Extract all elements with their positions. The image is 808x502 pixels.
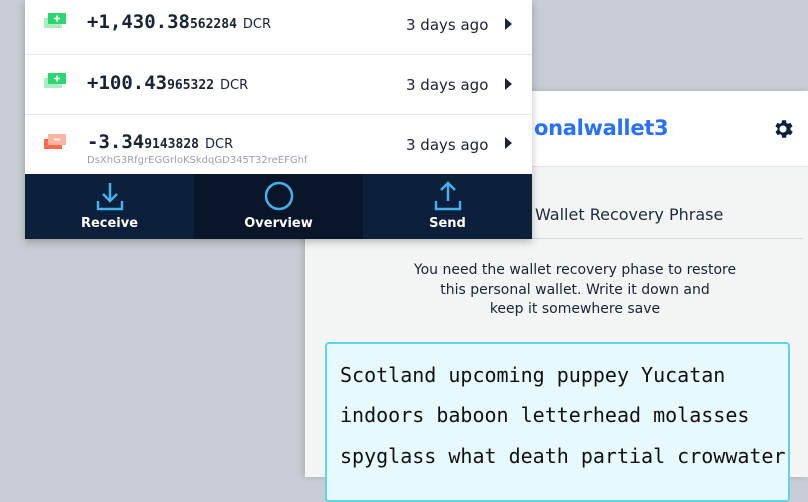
download-icon	[96, 183, 124, 211]
nav-overview-label: Overview	[244, 216, 313, 231]
nav-receive-label: Receive	[80, 216, 139, 231]
transaction-time: 3 days ago	[406, 16, 489, 34]
phrase-line: Scotland upcoming puppey Yucatan	[340, 363, 726, 387]
send-tx-icon	[44, 134, 66, 149]
receive-tx-icon	[44, 73, 66, 88]
transaction-address: DsXhG3RfgrEGGrloKSkdqGD345T32reEFGhf	[87, 155, 308, 166]
transaction-row[interactable]: +100.43965322 DCR 3 days ago	[25, 55, 532, 115]
transaction-row[interactable]: +1,430.38562284 DCR 3 days ago	[25, 0, 532, 55]
phrase-line: indoors baboon letterhead molasses	[340, 403, 750, 427]
gear-icon[interactable]	[771, 117, 795, 141]
chevron-right-icon	[505, 18, 512, 30]
recovery-instructions: You need the wallet recovery phase to re…	[400, 261, 750, 320]
divider	[525, 238, 803, 239]
nav-receive-button[interactable]: Receive	[25, 174, 194, 239]
transactions-panel: +1,430.38562284 DCR 3 days ago +100.43965…	[25, 0, 532, 239]
transaction-amount: +100.43965322 DCR	[87, 72, 249, 94]
receive-tx-icon	[44, 13, 66, 28]
transaction-time: 3 days ago	[406, 76, 489, 94]
instruction-line: this personal wallet. Write it down and	[440, 281, 710, 298]
nav-overview-button[interactable]: Overview	[194, 174, 363, 239]
transaction-amount: +1,430.38562284 DCR	[87, 11, 272, 33]
recovery-phrase-box: Scotland upcoming puppey Yucatan indoors…	[325, 342, 790, 502]
chevron-right-icon	[505, 137, 512, 149]
transaction-amount: -3.349143828 DCR	[87, 131, 234, 153]
upload-icon	[434, 181, 462, 211]
circle-icon	[264, 181, 294, 211]
chevron-right-icon	[505, 78, 512, 90]
instruction-line: keep it somewhere save	[489, 301, 661, 317]
bottom-nav: Receive Overview Send	[25, 174, 532, 239]
transaction-time: 3 days ago	[406, 136, 489, 154]
recovery-phrase-title: Wallet Recovery Phrase	[535, 205, 724, 224]
nav-send-label: Send	[429, 216, 466, 231]
phrase-line: spyglass what death partial crowwater	[340, 444, 786, 468]
nav-send-button[interactable]: Send	[363, 174, 532, 239]
wallet-name: onalwallet3	[534, 116, 669, 140]
instruction-line: You need the wallet recovery phase to re…	[413, 262, 737, 278]
